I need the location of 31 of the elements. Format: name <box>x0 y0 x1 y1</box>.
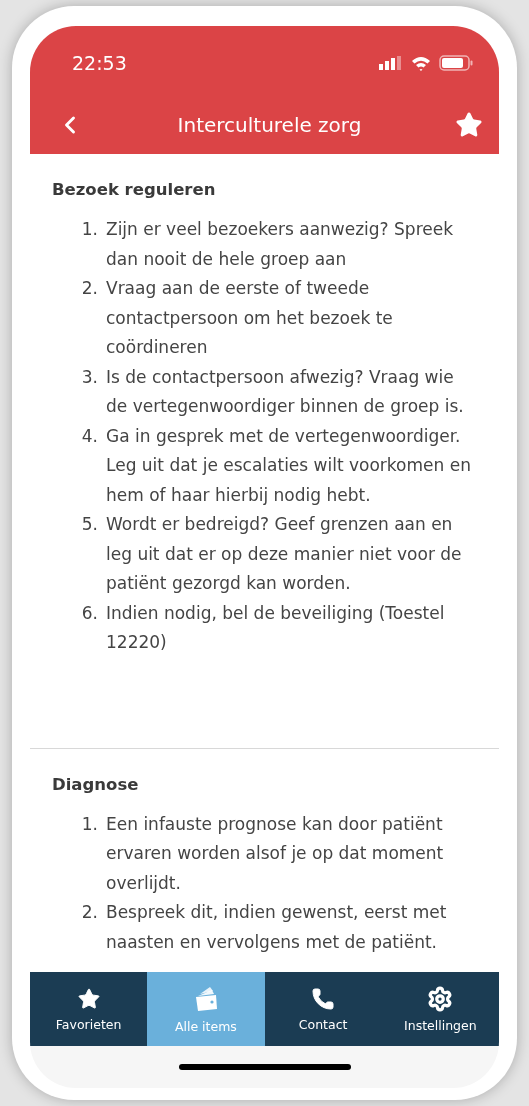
favorite-button[interactable] <box>455 111 483 139</box>
list-number: 1. <box>80 218 98 241</box>
tab-button[interactable]: Favorieten <box>30 972 148 1046</box>
list-item: Vraag aan de eerste of tweede contactpersoon om het bezoek te coördineren <box>106 277 394 359</box>
tab-button[interactable]: Instellingen <box>381 972 499 1046</box>
wifi-icon <box>411 55 431 71</box>
list-item: Wordt er bedreigd? Geef grenzen aan en leg uit dat er op deze manier niet voor de patiënt gezorgd kan worden. <box>106 513 463 595</box>
list-item: Bespreek dit, indien gewenst, eerst met naasten en vervolgens met de patiënt. <box>106 901 448 954</box>
signal-icon <box>379 56 403 70</box>
list-number: 4. <box>80 424 98 448</box>
list-number: 3. <box>80 365 98 389</box>
section-title: Diagnose <box>52 774 140 794</box>
star-icon <box>455 111 483 139</box>
list-item: Ga in gesprek met de vertegenwoordiger. Leg uit dat je escalaties wilt voorkomen en hem of haar hierbij nodig hebt. <box>106 424 472 507</box>
list-number: 2. <box>80 901 98 924</box>
battery-icon <box>439 55 473 71</box>
status-time: 22:53 <box>72 52 127 74</box>
list-item: Zijn er veel bezoekers aanwezig? Spreek dan nooit de hele groep aan <box>106 218 454 271</box>
list-number: 6. <box>80 601 98 625</box>
page-title: Interculturele zorg <box>177 113 362 137</box>
tab-button[interactable]: Contact <box>264 972 382 1046</box>
list-number: 5. <box>80 513 98 536</box>
list-item: Is de contactpersoon afwezig? Vraag wie de vertegenwoordiger binnen de groep is. <box>106 365 465 418</box>
list-item: Een infauste prognose kan door patiënt ervaren worden alsof je op dat moment overlijdt. <box>106 812 445 895</box>
list-number: 1. <box>80 812 98 836</box>
star-icon <box>76 986 101 1011</box>
settings-icon <box>427 985 454 1012</box>
list-number: 2. <box>80 277 98 300</box>
section-title: Bezoek reguleren <box>52 180 217 199</box>
phone-icon <box>311 986 336 1011</box>
list-item: Indien nodig, bel de beveiliging (Toestel 12220) <box>106 601 446 654</box>
